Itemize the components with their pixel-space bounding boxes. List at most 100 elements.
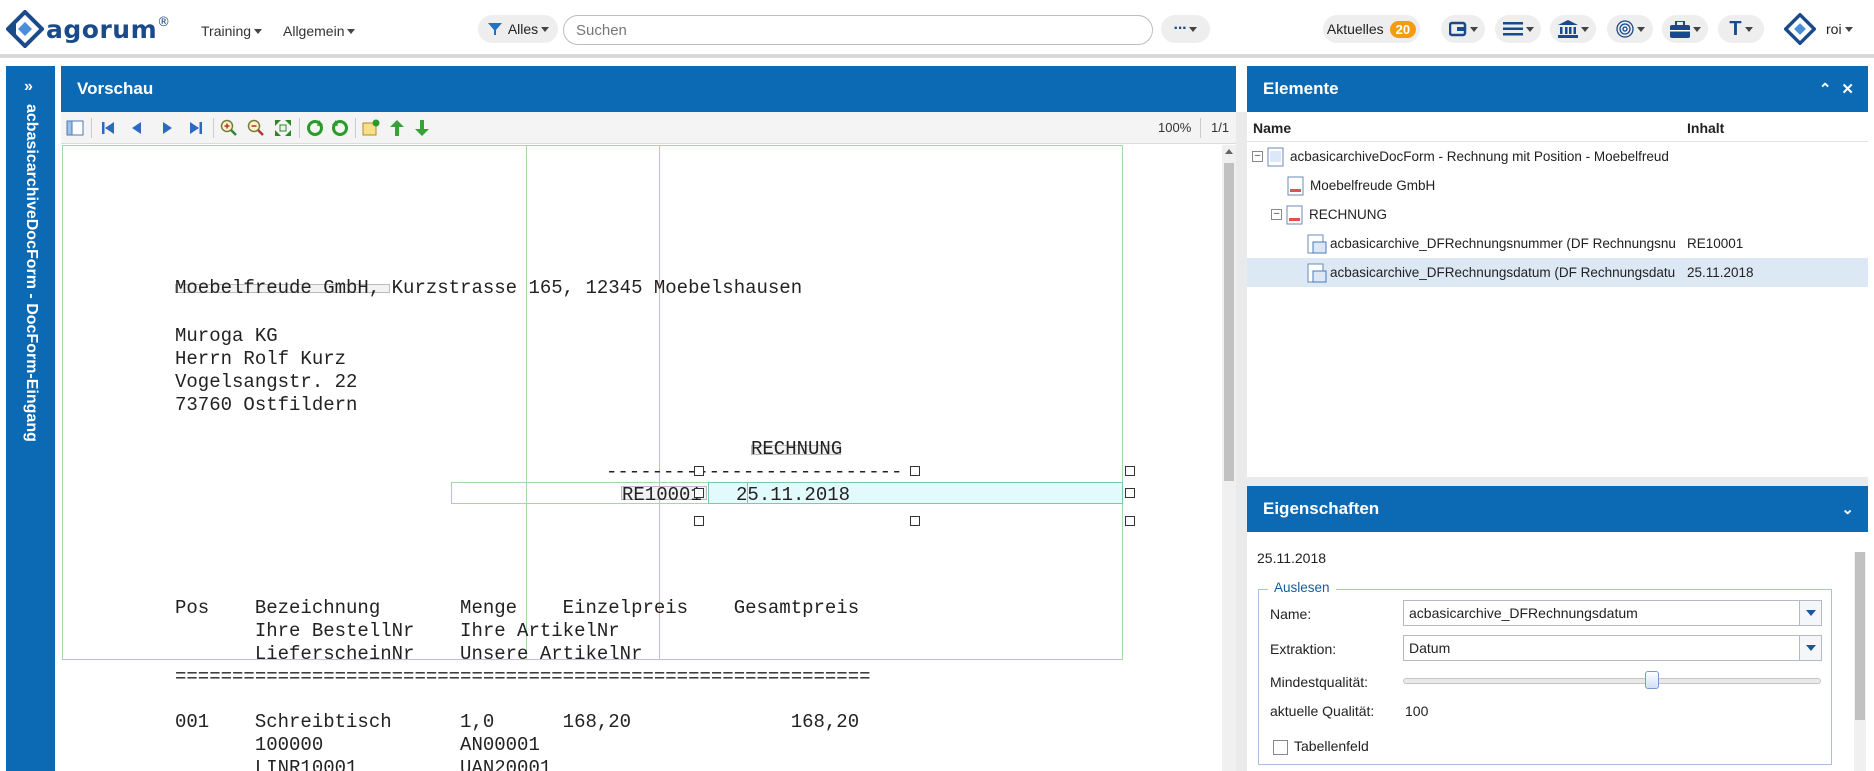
more-icon: ··· [1173,20,1188,37]
resize-handle[interactable] [694,488,704,498]
tree-row-rechnungsnummer[interactable]: acbasicarchive_DFRechnungsnummer (DF Rec… [1247,229,1868,258]
resize-handle[interactable] [694,466,704,476]
next-page-icon[interactable] [158,119,176,137]
add-area-icon[interactable] [362,119,380,137]
page-counter: 1/1 [1211,120,1230,135]
resize-handle[interactable] [910,516,920,526]
extraktion-combobox[interactable]: Datum [1403,635,1822,661]
tree-item-label: Moebelfreude GmbH [1310,178,1436,193]
text-menu[interactable]: T [1718,15,1764,43]
logo-text: agorum® [46,14,171,44]
aktuelles-label: Aktuelles [1326,21,1384,37]
menu-allgemein[interactable]: Allgemein [283,23,356,39]
fit-page-icon[interactable] [274,119,292,137]
doc-recipient-line: Vogelsangstr. 22 [175,371,358,393]
wallet-menu[interactable] [1441,15,1485,43]
last-page-icon[interactable] [187,119,205,137]
mindestqualitaet-slider[interactable] [1403,678,1821,684]
resize-handle[interactable] [694,516,704,526]
first-page-icon[interactable] [99,119,117,137]
tree-item-label: acbasicarchive_DFRechnungsnummer (DF Rec… [1330,236,1676,251]
region-column-box[interactable] [526,145,660,660]
scrollbar-thumb[interactable] [1224,163,1234,481]
mindestqualitaet-label: Mindestqualität: [1270,674,1369,690]
field-icon [1307,263,1327,283]
text-field-icon [1287,176,1304,196]
vorschau-toolbar: 100% 1/1 [61,112,1236,144]
tree-row-company[interactable]: Moebelfreude GmbH [1247,171,1868,200]
list-menu[interactable] [1495,15,1541,43]
chevron-down-icon [541,26,550,32]
left-rail[interactable]: » acbasicarchiveDocForm - DocForm-Eingan… [6,66,55,771]
field-icon [1307,234,1327,254]
column-header-name[interactable]: Name [1253,120,1291,136]
rotate-right-icon[interactable] [306,119,324,137]
panel-splitter[interactable] [1236,112,1247,771]
briefcase-menu[interactable] [1662,15,1708,43]
collapse-up-icon[interactable]: ⌃ [1819,81,1832,98]
previous-page-icon[interactable] [128,119,146,137]
sidebar-toggle-icon[interactable] [66,119,84,137]
tree-row-rechnungsdatum[interactable]: acbasicarchive_DFRechnungsdatum (DF Rech… [1247,258,1868,287]
column-header-inhalt[interactable]: Inhalt [1687,120,1724,136]
chevron-down-icon [254,29,263,34]
close-icon[interactable]: ✕ [1841,81,1854,98]
collapse-icon[interactable]: – [1252,151,1263,162]
user-menu[interactable]: roi [1784,13,1853,45]
agorum-logo[interactable]: agorum® [6,10,171,48]
tree-row-rechnung[interactable]: – RECHNUNG [1247,200,1868,229]
collapse-icon[interactable]: – [1271,209,1282,220]
aktuelles-count-badge: 20 [1389,20,1417,38]
name-value: acbasicarchive_DFRechnungsdatum [1409,605,1638,621]
chevron-down-icon [1469,26,1478,32]
wallet-icon [1448,21,1466,37]
scroll-up-icon[interactable] [1225,149,1233,154]
doc-recipient-line: 73760 Ostfildern [175,394,358,416]
resize-handle[interactable] [1125,488,1135,498]
tree-item-label: RECHNUNG [1309,207,1388,222]
document-preview[interactable]: Moebelfreude GmbH, Kurzstrasse 165, 1234… [61,145,1220,771]
fingerprint-menu[interactable] [1607,15,1653,43]
tabellenfeld-checkbox[interactable] [1273,740,1288,755]
resize-handle[interactable] [1125,466,1135,476]
search-input[interactable]: Suchen [563,15,1153,45]
aktuelles-button[interactable]: Aktuelles 20 [1323,15,1420,43]
aktuelle-qualitaet-value: 100 [1405,703,1429,719]
chevron-down-icon[interactable] [1799,601,1821,625]
chevron-down-icon[interactable] [1799,636,1821,660]
panel-splitter[interactable] [1247,477,1868,486]
zoom-in-icon[interactable] [220,119,238,137]
resize-handle[interactable] [1125,516,1135,526]
scrollbar-thumb[interactable] [1855,552,1865,720]
fingerprint-icon [1615,20,1634,38]
filter-dropdown[interactable]: Alles [478,15,558,43]
bank-icon [1557,20,1578,38]
name-label: Name: [1270,606,1312,622]
top-bar: agorum® Training Allgemein Alles Suchen … [0,0,1874,58]
tree-item-content: 25.11.2018 [1687,265,1754,280]
move-up-icon[interactable] [388,119,406,137]
preview-scrollbar[interactable] [1222,145,1236,771]
doc-table-row: 100000 AN00001 [175,734,540,756]
doc-table-rule: ========================================… [175,666,871,688]
properties-scrollbar[interactable] [1854,552,1866,771]
doc-recipient-line: Muroga KG [175,325,278,347]
bank-menu[interactable] [1550,15,1596,43]
collapse-down-icon[interactable]: ⌄ [1841,500,1854,518]
aktuelle-qualitaet-label: aktuelle Qualität: [1270,703,1375,719]
doc-table-header: LieferscheinNr Unsere ArtikelNr [175,643,643,665]
zoom-out-icon[interactable] [247,119,265,137]
rotate-left-icon[interactable] [331,119,349,137]
name-combobox[interactable]: acbasicarchive_DFRechnungsdatum [1403,600,1822,626]
expand-icon[interactable]: » [24,78,33,96]
doc-title: RECHNUNG [751,438,843,460]
more-button[interactable]: ··· [1161,15,1210,43]
slider-thumb[interactable] [1645,671,1660,689]
doc-table-header: Ihre BestellNr Ihre ArtikelNr [175,620,620,642]
resize-handle[interactable] [910,466,920,476]
menu-training[interactable]: Training [201,23,263,39]
tree-row-root[interactable]: – acbasicarchiveDocForm - Rechnung mit P… [1247,142,1868,171]
extraktion-label: Extraktion: [1270,641,1337,657]
elemente-header: Elemente ⌃ ✕ [1247,66,1868,112]
move-down-icon[interactable] [413,119,431,137]
